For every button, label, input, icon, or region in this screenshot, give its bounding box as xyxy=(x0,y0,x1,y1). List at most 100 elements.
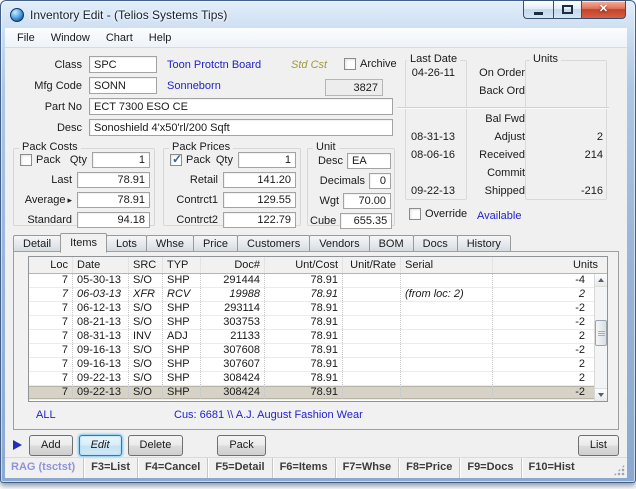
unit-row: DescEA xyxy=(310,153,391,169)
grid-header-doc[interactable]: Doc# xyxy=(201,257,265,273)
archive-checkbox[interactable] xyxy=(344,58,356,70)
grid-header-units[interactable]: Units xyxy=(493,257,607,273)
average-detail-icon[interactable]: ▸ xyxy=(67,195,72,205)
grid-cell: 78.91 xyxy=(265,316,343,329)
activity-row: Back Ord xyxy=(397,82,611,100)
adjust-label: Adjust xyxy=(463,131,535,143)
grid-row[interactable]: 709-22-13S/OSHP30842478.91-2 xyxy=(29,386,594,400)
filter-all-link[interactable]: ALL xyxy=(36,409,56,421)
grid-cell: 09-22-13 xyxy=(73,386,129,399)
pack-prices-qty-row: Pack Qty 1 xyxy=(170,152,296,168)
tab-docs[interactable]: Docs xyxy=(413,235,458,252)
delete-button[interactable]: Delete xyxy=(128,435,184,456)
tab-items[interactable]: Items xyxy=(60,233,107,253)
tab-lots[interactable]: Lots xyxy=(106,235,147,252)
minimize-button[interactable] xyxy=(523,0,553,19)
unit-row: Cube655.35 xyxy=(310,213,391,229)
grid-cell: 78.91 xyxy=(265,358,343,371)
grid-cell: SHP xyxy=(163,372,201,385)
unit-desc-field[interactable]: EA xyxy=(347,153,391,169)
close-button[interactable]: ✕ xyxy=(581,0,626,19)
grid-cell: 7 xyxy=(29,302,73,315)
window-controls: ✕ xyxy=(523,0,626,19)
last-field[interactable]: 78.91 xyxy=(77,172,150,188)
grid-row[interactable]: 705-30-13S/OSHP29144478.91-4 xyxy=(29,274,594,288)
menu-chart[interactable]: Chart xyxy=(98,30,141,46)
class-field[interactable]: SPC xyxy=(89,56,157,73)
tab-history[interactable]: History xyxy=(457,235,511,252)
tab-detail[interactable]: Detail xyxy=(13,235,61,252)
grid-header-src[interactable]: SRC xyxy=(129,257,163,273)
grid-header-date[interactable]: Date xyxy=(73,257,129,273)
contrct2-field[interactable]: 122.79 xyxy=(223,212,296,228)
pack-costs-checkbox[interactable] xyxy=(20,154,32,166)
mfg-code-field[interactable]: SONN xyxy=(89,77,157,94)
pack-costs-qty-field[interactable]: 1 xyxy=(92,152,150,168)
unit-wgt-field[interactable]: 70.00 xyxy=(343,193,391,209)
override-checkbox[interactable] xyxy=(409,208,421,220)
grid-row[interactable]: 706-12-13S/OSHP29311478.91-2 xyxy=(29,302,594,316)
grid-cell: 2 xyxy=(493,330,594,343)
unit-cube-field[interactable]: 655.35 xyxy=(340,213,392,229)
pack-costs-qty-row: Pack Qty 1 xyxy=(20,152,150,168)
retail-field[interactable]: 141.20 xyxy=(223,172,296,188)
scrollbar-thumb[interactable] xyxy=(595,320,607,346)
tab-vendors[interactable]: Vendors xyxy=(309,235,369,252)
status-key-f8: F8=Price xyxy=(398,458,459,478)
grid-cell: 7 xyxy=(29,274,73,287)
grid-cell: 06-03-13 xyxy=(73,288,129,301)
list-button[interactable]: List xyxy=(578,435,619,456)
grid-cell: 08-21-13 xyxy=(73,316,129,329)
class-label: Class xyxy=(9,59,89,71)
grid-row[interactable]: 709-16-13S/OSHP30760778.912 xyxy=(29,358,594,372)
tab-price[interactable]: Price xyxy=(193,235,238,252)
std-cst-label: Std Cst xyxy=(291,59,327,71)
tab-whse[interactable]: Whse xyxy=(146,235,194,252)
grid-scrollbar[interactable] xyxy=(594,274,607,401)
average-label: Average▸ xyxy=(18,194,77,206)
menu-file[interactable]: File xyxy=(9,30,43,46)
grid-row[interactable]: 706-03-13XFRRCV1998878.91(from loc: 2)2 xyxy=(29,288,594,302)
grid-cell: S/O xyxy=(129,316,163,329)
app-icon xyxy=(10,8,24,22)
edit-button[interactable]: Edit xyxy=(79,435,122,456)
grid-header-loc[interactable]: Loc xyxy=(29,257,73,273)
pack-prices-qty-field[interactable]: 1 xyxy=(238,152,296,168)
tab-bom[interactable]: BOM xyxy=(369,235,414,252)
grid-cell: 303753 xyxy=(201,316,265,329)
add-button[interactable]: Add xyxy=(29,435,73,456)
available-link[interactable]: Available xyxy=(477,210,521,222)
grid-header-typ[interactable]: TYP xyxy=(163,257,201,273)
pack-prices-checkbox[interactable] xyxy=(170,154,182,166)
maximize-icon xyxy=(562,5,573,14)
part-no-field[interactable]: ECT 7300 ESO CE xyxy=(89,98,393,115)
pack-button[interactable]: Pack xyxy=(217,435,265,456)
pack-costs-qty-label: Qty xyxy=(60,154,92,166)
menu-help[interactable]: Help xyxy=(141,30,180,46)
grid-header-unt-cost[interactable]: Unt/Cost xyxy=(265,257,343,273)
contrct1-field[interactable]: 129.55 xyxy=(223,192,296,208)
grid-row[interactable]: 708-21-13S/OSHP30375378.91-2 xyxy=(29,316,594,330)
grid-row[interactable]: 708-31-13INVADJ2113378.912 xyxy=(29,330,594,344)
grid-header-unit-rate[interactable]: Unit/Rate xyxy=(343,257,401,273)
scroll-up-button[interactable] xyxy=(595,274,607,287)
activity-row: Commit xyxy=(397,164,611,182)
desc-field[interactable]: Sonoshield 4'x50'rl/200 Sqft xyxy=(89,119,393,136)
standard-field[interactable]: 94.18 xyxy=(77,212,150,228)
scroll-down-button[interactable] xyxy=(595,388,607,401)
tab-customers[interactable]: Customers xyxy=(237,235,310,252)
grid-cell: 06-12-13 xyxy=(73,302,129,315)
resize-grip[interactable] xyxy=(613,464,625,476)
grid-header-serial[interactable]: Serial xyxy=(401,257,493,273)
shipped-units: -216 xyxy=(535,185,611,197)
average-field[interactable]: 78.91 xyxy=(77,192,150,208)
grid-cell xyxy=(343,358,401,371)
unit-wgt-label: Wgt xyxy=(310,195,343,207)
grid-cell: 78.91 xyxy=(265,372,343,385)
unit-decimals-field[interactable]: 0 xyxy=(369,173,391,189)
grid-row[interactable]: 709-16-13S/OSHP30760878.91-2 xyxy=(29,344,594,358)
maximize-button[interactable] xyxy=(553,0,581,19)
mfg-code-label: Mfg Code xyxy=(9,80,89,92)
menu-window[interactable]: Window xyxy=(43,30,98,46)
grid-row[interactable]: 709-22-13S/OSHP30842478.912 xyxy=(29,372,594,386)
